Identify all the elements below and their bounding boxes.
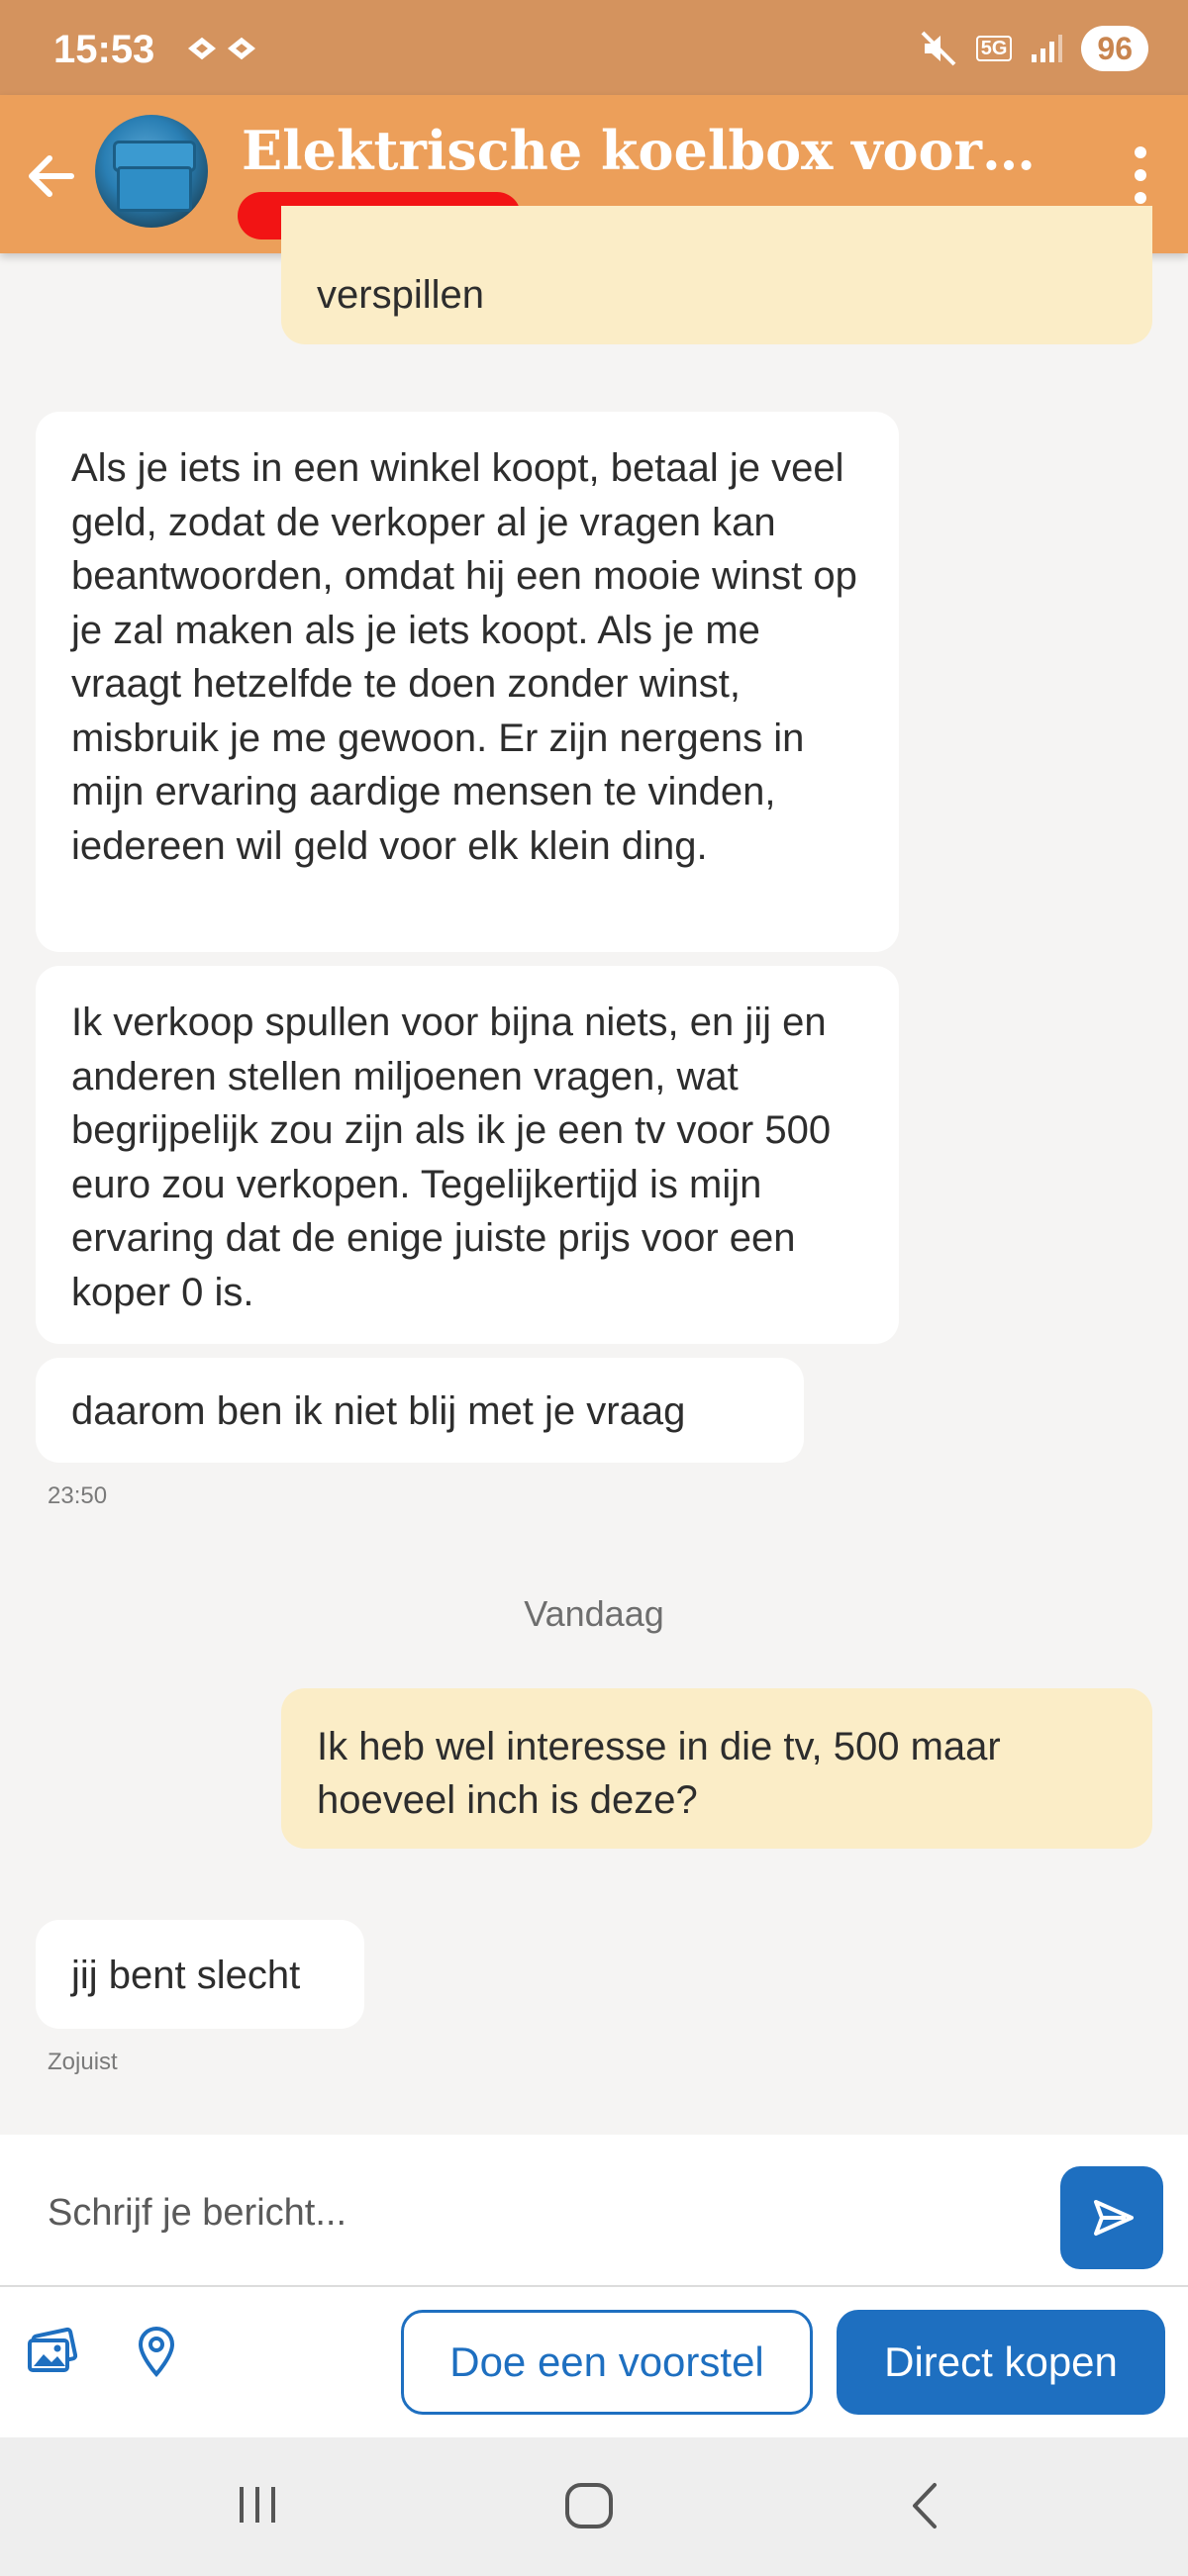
signal-icon <box>1032 35 1063 62</box>
status-time: 15:53 <box>53 28 155 71</box>
status-bar: 15:53 5G 96 <box>0 0 1188 95</box>
message-timestamp: 23:50 <box>48 1482 108 1509</box>
battery-level: 96 <box>1081 26 1148 71</box>
day-separator: Vandaag <box>524 1593 664 1634</box>
message-incoming: Als je iets in een winkel koopt, betaal … <box>36 412 899 952</box>
message-composer <box>0 2135 1188 2285</box>
mute-icon <box>921 31 956 66</box>
notification-icons <box>187 36 271 66</box>
listing-avatar[interactable] <box>95 115 208 228</box>
back-arrow-icon[interactable] <box>20 144 83 208</box>
message-text: Als je iets in een winkel koopt, betaal … <box>71 446 857 868</box>
buy-now-button[interactable]: Direct kopen <box>837 2310 1165 2415</box>
make-offer-button[interactable]: Doe een voorstel <box>401 2310 813 2415</box>
location-pin-icon[interactable] <box>135 2325 178 2378</box>
coolbox-image-body <box>117 166 192 212</box>
message-text: Ik heb wel interesse in die tv, 500 maar… <box>317 1725 1001 1822</box>
more-options-icon[interactable] <box>1121 141 1160 210</box>
message-incoming: daarom ben ik niet blij met je vraag <box>36 1358 804 1463</box>
action-bar: Doe een voorstel Direct kopen <box>0 2287 1188 2437</box>
listing-title[interactable]: Elektrische koelbox voor aut… <box>242 119 1043 182</box>
home-icon[interactable] <box>562 2481 616 2530</box>
send-button[interactable] <box>1060 2166 1163 2269</box>
message-text: jij bent slecht <box>71 1954 301 1997</box>
network-type: 5G <box>975 36 1013 61</box>
send-icon <box>1094 2200 1134 2236</box>
message-incoming: jij bent slecht <box>36 1920 364 2029</box>
message-text: daarom ben ik niet blij met je vraag <box>71 1389 686 1433</box>
recent-apps-icon[interactable] <box>234 2483 281 2527</box>
message-input[interactable] <box>46 2184 1000 2242</box>
message-incoming: Ik verkoop spullen voor bijna niets, en … <box>36 966 899 1344</box>
back-nav-icon[interactable] <box>905 2481 944 2530</box>
status-right: 5G 96 <box>919 26 1148 71</box>
link-icon <box>187 37 256 60</box>
photo-attach-icon[interactable] <box>26 2327 79 2380</box>
message-timestamp: Zojuist <box>48 2049 118 2075</box>
message-text: Ik verkoop spullen voor bijna niets, en … <box>71 1001 832 1314</box>
system-navigation-bar <box>0 2437 1188 2576</box>
message-text: verspillen <box>317 273 484 317</box>
message-outgoing: Ik heb wel interesse in die tv, 500 maar… <box>281 1688 1152 1849</box>
message-outgoing: verspillen <box>281 206 1152 344</box>
